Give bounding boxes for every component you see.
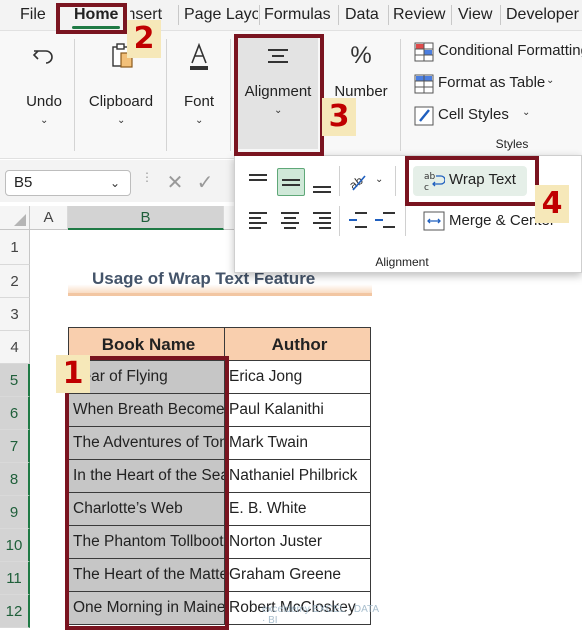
undo-button[interactable]: Undo ⌄ (22, 43, 66, 126)
name-box[interactable]: B5 ⌄ (5, 170, 131, 196)
orientation-button[interactable]: ab ⌄ (347, 170, 387, 196)
decrease-indent-icon[interactable] (345, 208, 371, 234)
conditional-formatting-button[interactable]: Conditional Formatting (410, 40, 582, 64)
tab-view[interactable]: View (458, 0, 498, 31)
row-header-12[interactable]: 12 (0, 595, 30, 628)
callout-frame-wrap-text (405, 156, 539, 206)
row-header-9[interactable]: 9 (0, 496, 30, 529)
styles-group-label: Styles (495, 137, 529, 151)
row-header-6[interactable]: 6 (0, 397, 30, 430)
author-cell[interactable]: Graham Greene (225, 559, 371, 592)
align-right-icon[interactable] (309, 208, 335, 234)
tab-file[interactable]: File (20, 0, 54, 31)
row-header-11[interactable]: 11 (0, 562, 30, 595)
chevron-down-icon: ⌄ (195, 115, 204, 126)
author-cell[interactable]: Nathaniel Philbrick (225, 460, 371, 493)
bottom-align-icon[interactable] (309, 170, 335, 196)
cancel-icon[interactable]: ✕ (160, 170, 190, 196)
name-box-value: B5 (14, 174, 33, 191)
tab-divider (338, 5, 339, 25)
ribbon-divider (230, 39, 231, 151)
tab-review[interactable]: Review (393, 0, 449, 31)
drag-handle-icon[interactable]: ⋮ (141, 171, 153, 192)
callout-number-1: 1 (56, 355, 90, 393)
tab-data[interactable]: Data (345, 0, 385, 31)
author-cell[interactable]: Paul Kalanithi (225, 394, 371, 427)
panel-divider (339, 206, 340, 236)
callout-number-2: 2 (127, 20, 161, 58)
tab-formulas[interactable]: Formulas (264, 0, 336, 31)
column-header-b[interactable]: B (68, 206, 224, 230)
author-cell[interactable]: Norton Juster (225, 526, 371, 559)
top-align-icon[interactable] (245, 170, 271, 196)
ribbon-divider (166, 39, 167, 151)
font-color-icon (190, 43, 208, 70)
select-all-corner[interactable] (0, 206, 30, 230)
select-all-triangle-icon (14, 214, 26, 226)
undo-label: Undo (26, 93, 62, 110)
tab-divider (178, 5, 179, 25)
cell-styles-label: Cell Styles (438, 106, 509, 123)
chevron-down-icon: ⌄ (110, 176, 121, 190)
tab-divider (451, 5, 452, 25)
enter-icon[interactable]: ✓ (190, 170, 220, 196)
header-author[interactable]: Author (225, 327, 371, 361)
row-header-8[interactable]: 8 (0, 463, 30, 496)
font-label: Font (183, 93, 214, 110)
chevron-down-icon: ⌄ (522, 107, 531, 118)
clipboard-label: Clipboard (88, 93, 154, 110)
cell-styles-icon (414, 106, 434, 126)
conditional-formatting-icon (414, 42, 434, 62)
ribbon-divider (74, 39, 75, 151)
orientation-icon: ab (347, 174, 366, 192)
chevron-down-icon: ⌄ (40, 115, 49, 126)
alignment-group-label: Alignment (375, 255, 429, 269)
row-header-1[interactable]: 1 (0, 230, 30, 265)
panel-divider (405, 206, 406, 236)
tab-divider (500, 5, 501, 25)
row-header-7[interactable]: 7 (0, 430, 30, 463)
panel-divider (339, 166, 340, 196)
ribbon-divider (400, 39, 401, 151)
middle-align-icon[interactable] (277, 168, 305, 196)
row-header-10[interactable]: 10 (0, 529, 30, 562)
author-cell[interactable]: Mark Twain (225, 427, 371, 460)
align-left-icon[interactable] (245, 208, 271, 234)
tab-page-layout[interactable]: Page Layout (184, 0, 258, 31)
row-header-4[interactable]: 4 (0, 331, 30, 364)
callout-frame-alignment (234, 34, 324, 156)
format-as-table-icon (414, 74, 434, 94)
tab-developer[interactable]: Developer (506, 0, 582, 31)
chevron-down-icon: ⌄ (546, 75, 555, 86)
panel-divider (395, 166, 396, 196)
conditional-formatting-label: Conditional Formatting (438, 42, 582, 59)
format-as-table-label: Format as Table (438, 74, 546, 91)
tab-divider (388, 5, 389, 25)
callout-frame-selection (65, 356, 229, 630)
author-cell[interactable]: Erica Jong (225, 361, 371, 394)
watermark-logo: exceldemy EXCEL · DATA · BI (262, 604, 379, 626)
chevron-down-icon: ⌄ (375, 174, 384, 185)
callout-number-4: 4 (535, 185, 569, 223)
column-header-a[interactable]: A (30, 206, 68, 230)
increase-indent-icon[interactable] (373, 208, 399, 234)
row-header-3[interactable]: 3 (0, 298, 30, 331)
tab-divider (259, 5, 260, 25)
format-as-table-button[interactable]: Format as Table ⌄ (410, 72, 582, 96)
align-center-icon[interactable] (277, 208, 303, 234)
row-header-2[interactable]: 2 (0, 265, 30, 298)
percent-icon: % (350, 42, 372, 69)
cell-styles-button[interactable]: Cell Styles ⌄ (410, 104, 582, 128)
undo-icon (32, 50, 53, 64)
font-button[interactable]: Font ⌄ (176, 43, 222, 126)
row-header-5[interactable]: 5 (0, 364, 30, 397)
callout-number-3: 3 (322, 98, 356, 136)
svg-text:ab: ab (347, 174, 366, 192)
chevron-down-icon: ⌄ (117, 115, 126, 126)
callout-frame-home (56, 3, 127, 34)
merge-center-icon (423, 211, 445, 231)
author-cell[interactable]: E. B. White (225, 493, 371, 526)
